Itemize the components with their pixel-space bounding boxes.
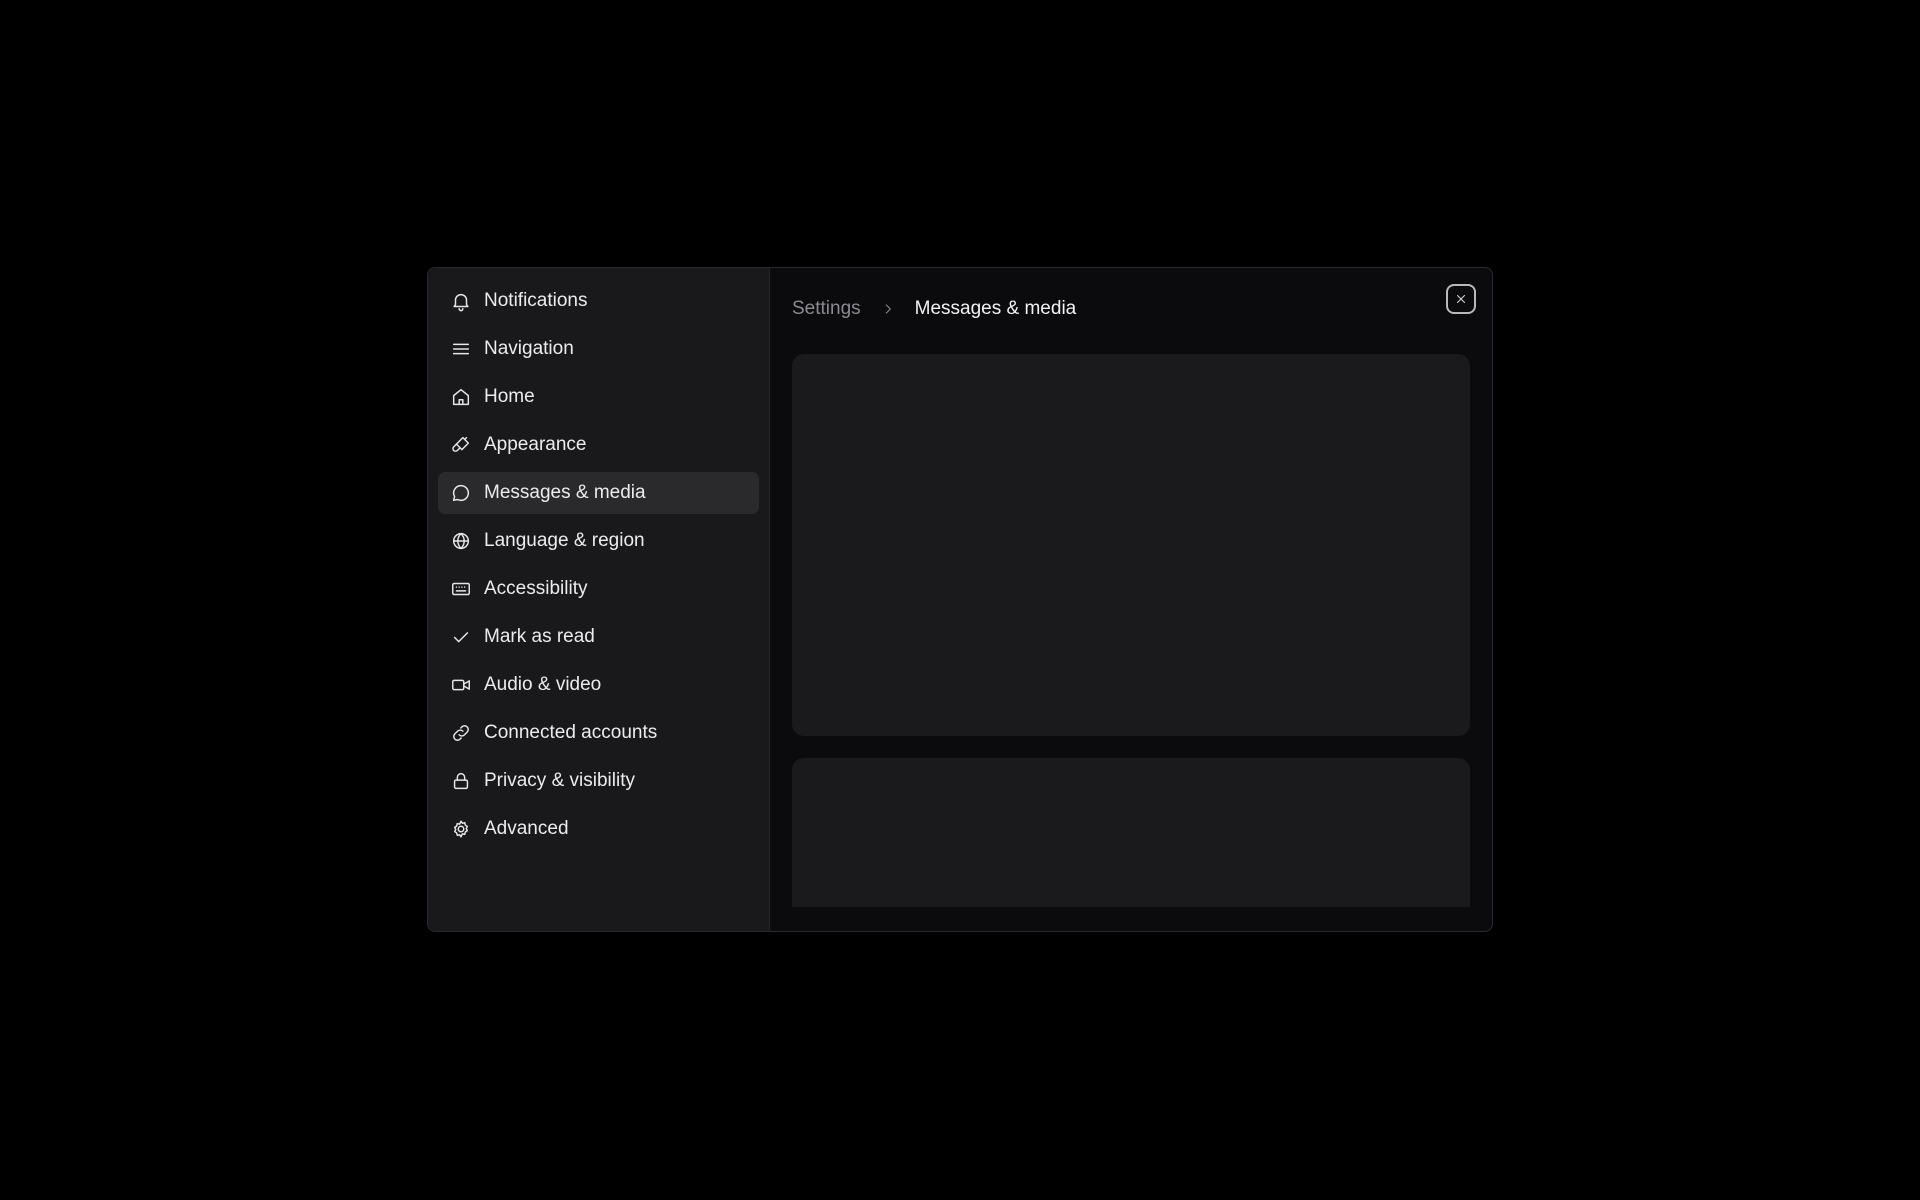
- settings-content: [792, 354, 1470, 907]
- globe-icon: [450, 530, 472, 552]
- sidebar-item-accessibility[interactable]: Accessibility: [438, 568, 759, 610]
- sidebar-item-label: Mark as read: [484, 626, 595, 647]
- sidebar-item-label: Connected accounts: [484, 722, 658, 743]
- breadcrumb: Settings Messages & media: [792, 298, 1076, 320]
- sidebar-item-language-region[interactable]: Language & region: [438, 520, 759, 562]
- paintbrush-icon: [450, 434, 472, 456]
- sidebar-item-connected-accounts[interactable]: Connected accounts: [438, 712, 759, 754]
- breadcrumb-settings-link[interactable]: Settings: [792, 298, 861, 320]
- settings-card-placeholder: [792, 354, 1470, 736]
- sidebar-item-label: Home: [484, 386, 535, 407]
- sidebar-item-label: Accessibility: [484, 578, 588, 599]
- close-button[interactable]: [1446, 284, 1476, 314]
- video-icon: [450, 674, 472, 696]
- menu-icon: [450, 338, 472, 360]
- sidebar-item-label: Notifications: [484, 290, 588, 311]
- link-icon: [450, 722, 472, 744]
- sidebar-item-label: Advanced: [484, 818, 569, 839]
- settings-card-placeholder: [792, 758, 1470, 907]
- settings-sidebar: Notifications Navigation Home Appearance: [428, 268, 770, 931]
- sidebar-item-label: Messages & media: [484, 482, 646, 503]
- check-icon: [450, 626, 472, 648]
- bell-icon: [450, 290, 472, 312]
- gear-icon: [450, 818, 472, 840]
- sidebar-item-messages-media[interactable]: Messages & media: [438, 472, 759, 514]
- sidebar-item-advanced[interactable]: Advanced: [438, 808, 759, 850]
- sidebar-item-label: Privacy & visibility: [484, 770, 635, 791]
- sidebar-item-label: Appearance: [484, 434, 587, 455]
- breadcrumb-current: Messages & media: [914, 298, 1077, 319]
- sidebar-item-privacy-visibility[interactable]: Privacy & visibility: [438, 760, 759, 802]
- sidebar-item-audio-video[interactable]: Audio & video: [438, 664, 759, 706]
- chevron-right-icon: [879, 300, 897, 318]
- sidebar-item-label: Audio & video: [484, 674, 602, 695]
- sidebar-item-appearance[interactable]: Appearance: [438, 424, 759, 466]
- settings-dialog: Notifications Navigation Home Appearance: [427, 267, 1493, 932]
- sidebar-item-mark-as-read[interactable]: Mark as read: [438, 616, 759, 658]
- sidebar-item-label: Language & region: [484, 530, 645, 551]
- sidebar-item-label: Navigation: [484, 338, 574, 359]
- sidebar-item-notifications[interactable]: Notifications: [438, 280, 759, 322]
- lock-icon: [450, 770, 472, 792]
- keyboard-icon: [450, 578, 472, 600]
- close-icon: [1454, 292, 1468, 306]
- sidebar-item-navigation[interactable]: Navigation: [438, 328, 759, 370]
- settings-main-panel: Settings Messages & media: [770, 268, 1492, 931]
- message-icon: [450, 482, 472, 504]
- sidebar-item-home[interactable]: Home: [438, 376, 759, 418]
- home-icon: [450, 386, 472, 408]
